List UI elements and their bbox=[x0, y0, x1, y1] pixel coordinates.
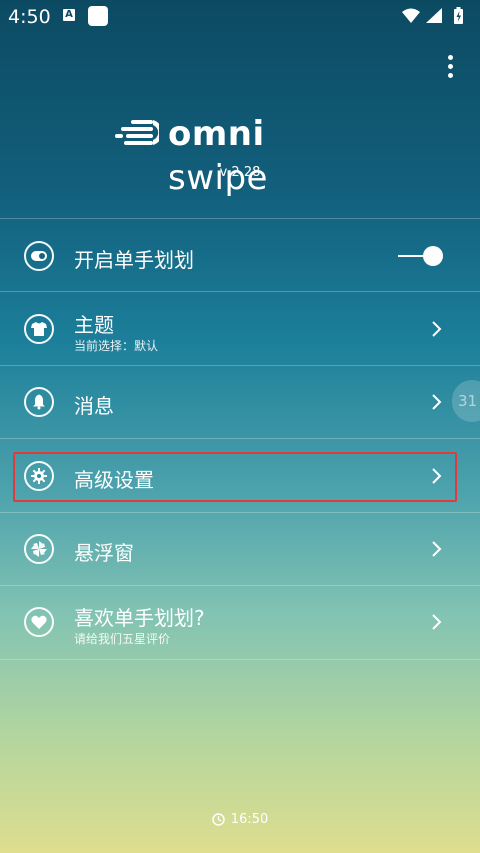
shirt-icon bbox=[24, 314, 54, 344]
chevron-right-icon bbox=[432, 321, 442, 337]
selection-highlight bbox=[13, 452, 457, 502]
footer-clock: 16:50 bbox=[0, 812, 480, 827]
status-icons bbox=[402, 7, 463, 24]
menu-item-messages[interactable]: 消息 bbox=[0, 366, 480, 438]
status-time: 4:50 bbox=[8, 6, 51, 28]
menu-item-subtitle: 当前选择：默认 bbox=[74, 339, 159, 353]
menu-item-label: 消息 bbox=[74, 394, 114, 418]
menu-item-enable[interactable]: 开启单手划划 bbox=[0, 219, 480, 291]
signal-icon bbox=[426, 8, 442, 23]
chevron-right-icon bbox=[432, 394, 442, 410]
menu-item-floating-window[interactable]: 悬浮窗 bbox=[0, 513, 480, 585]
menu-item-label: 主题 bbox=[74, 313, 114, 337]
toggle-switch-icon bbox=[24, 241, 54, 271]
app-logo: omni swipe bbox=[115, 112, 365, 198]
chevron-right-icon bbox=[432, 541, 442, 557]
pinwheel-icon bbox=[24, 534, 54, 564]
status-bar: 4:50 A bbox=[0, 0, 480, 34]
menu-item-rate[interactable]: 喜欢单手划划? 请给我们五星评价 bbox=[0, 586, 480, 659]
menu-item-label: 喜欢单手划划? bbox=[74, 606, 205, 630]
wifi-icon bbox=[402, 8, 420, 23]
bell-icon bbox=[24, 387, 54, 417]
notification-square-icon bbox=[88, 6, 108, 26]
chevron-right-icon bbox=[432, 614, 442, 630]
heart-icon bbox=[24, 607, 54, 637]
omni-swipe-logo-icon bbox=[115, 120, 159, 145]
clock-icon bbox=[212, 813, 225, 826]
menu-item-label: 开启单手划划 bbox=[74, 248, 194, 272]
menu-item-label: 悬浮窗 bbox=[74, 541, 134, 565]
notification-a-icon: A bbox=[63, 9, 75, 21]
menu-item-theme[interactable]: 主题 当前选择：默认 bbox=[0, 292, 480, 365]
menu-item-subtitle: 请给我们五星评价 bbox=[74, 632, 171, 646]
logo-text: omni swipe bbox=[168, 114, 268, 198]
enable-toggle[interactable] bbox=[398, 244, 446, 268]
footer-clock-time: 16:50 bbox=[230, 812, 269, 827]
divider bbox=[0, 659, 480, 660]
more-options-icon[interactable] bbox=[440, 55, 460, 83]
app-version: v 2.28 bbox=[219, 165, 261, 180]
